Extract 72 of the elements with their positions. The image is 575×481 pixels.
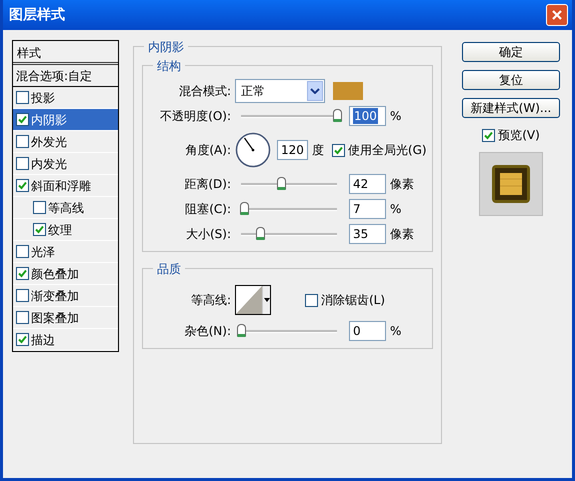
blend-mode-dropdown[interactable]: 正常 <box>235 79 325 103</box>
style-item[interactable]: 内发光 <box>13 153 118 175</box>
checkbox[interactable] <box>482 128 496 142</box>
style-item[interactable]: 等高线 <box>13 197 118 219</box>
caret-icon <box>310 88 320 94</box>
unit-label: % <box>390 108 402 125</box>
dialog-button[interactable]: 复位 <box>462 70 560 90</box>
dialog-button[interactable]: 新建样式(W)... <box>462 98 560 118</box>
checkbox[interactable] <box>33 201 46 214</box>
checkbox[interactable] <box>16 157 29 170</box>
slider-thumb[interactable] <box>256 227 266 240</box>
field-label: 杂色(N): <box>184 323 231 340</box>
list-header: 样式 <box>13 41 118 65</box>
unit-label: 像素 <box>390 176 414 193</box>
angle-dial[interactable] <box>235 132 271 168</box>
style-item[interactable]: 内阴影 <box>13 109 118 131</box>
style-item[interactable]: 光泽 <box>13 241 118 263</box>
slider-thumb[interactable] <box>333 109 342 122</box>
slider-thumb[interactable] <box>277 177 286 190</box>
style-item[interactable]: 颜色叠加 <box>13 263 118 285</box>
checkbox[interactable] <box>16 267 29 280</box>
checkbox[interactable] <box>16 333 29 346</box>
caret-icon <box>264 298 270 302</box>
style-item[interactable]: 图案叠加 <box>13 307 118 329</box>
unit-label: 度 <box>312 142 324 159</box>
checkbox[interactable] <box>16 113 29 126</box>
unit-label: % <box>390 201 402 218</box>
number-field[interactable]: 42 <box>349 174 386 194</box>
checkbox-label: 预览(V) <box>498 127 540 144</box>
style-item[interactable]: 渐变叠加 <box>13 285 118 307</box>
checkbox-label: 消除锯齿(L) <box>321 292 386 309</box>
number-field[interactable]: 7 <box>349 199 386 219</box>
slider-thumb[interactable] <box>240 202 249 215</box>
close-button[interactable] <box>546 4 568 26</box>
style-item[interactable]: 描边 <box>13 329 118 351</box>
style-item[interactable]: 纹理 <box>13 219 118 241</box>
close-icon <box>551 9 563 21</box>
contour-picker[interactable] <box>235 285 271 315</box>
dialog-button[interactable]: 确定 <box>462 42 560 62</box>
number-field[interactable]: 35 <box>349 224 386 244</box>
style-item[interactable]: 外发光 <box>13 131 118 153</box>
style-item[interactable]: 斜面和浮雕 <box>13 175 118 197</box>
field-label: 混合模式: <box>178 83 231 100</box>
group-title: 结构 <box>153 57 185 75</box>
slider-thumb[interactable] <box>237 324 246 337</box>
field-label: 大小(S): <box>184 226 231 243</box>
unit-label: % <box>390 323 402 340</box>
checkbox[interactable] <box>16 289 29 302</box>
field-label: 等高线: <box>190 292 231 309</box>
color-swatch[interactable] <box>333 82 363 100</box>
style-item[interactable]: 混合选项:自定 <box>13 65 118 87</box>
preview-swatch-icon <box>491 164 531 204</box>
field-label: 距离(D): <box>183 176 231 193</box>
number-field[interactable]: 100 <box>349 106 386 126</box>
checkbox[interactable] <box>16 91 29 104</box>
number-field[interactable]: 120 <box>277 140 308 160</box>
checkbox-label: 使用全局光(G) <box>348 142 427 159</box>
checkbox[interactable] <box>16 135 29 148</box>
checkbox[interactable] <box>16 179 29 192</box>
checkbox[interactable] <box>305 294 318 306</box>
group-title: 内阴影 <box>144 38 188 56</box>
number-field[interactable]: 0 <box>349 321 386 341</box>
checkbox[interactable] <box>33 223 46 236</box>
checkbox[interactable] <box>16 311 29 324</box>
field-label: 不透明度(O): <box>159 108 231 125</box>
field-label: 阻塞(C): <box>184 201 231 218</box>
field-label: 角度(A): <box>184 142 231 159</box>
unit-label: 像素 <box>390 226 414 243</box>
checkbox[interactable] <box>332 144 345 156</box>
window-title: 图层样式 <box>9 6 65 24</box>
group-title: 品质 <box>153 260 185 278</box>
checkbox[interactable] <box>16 245 29 258</box>
